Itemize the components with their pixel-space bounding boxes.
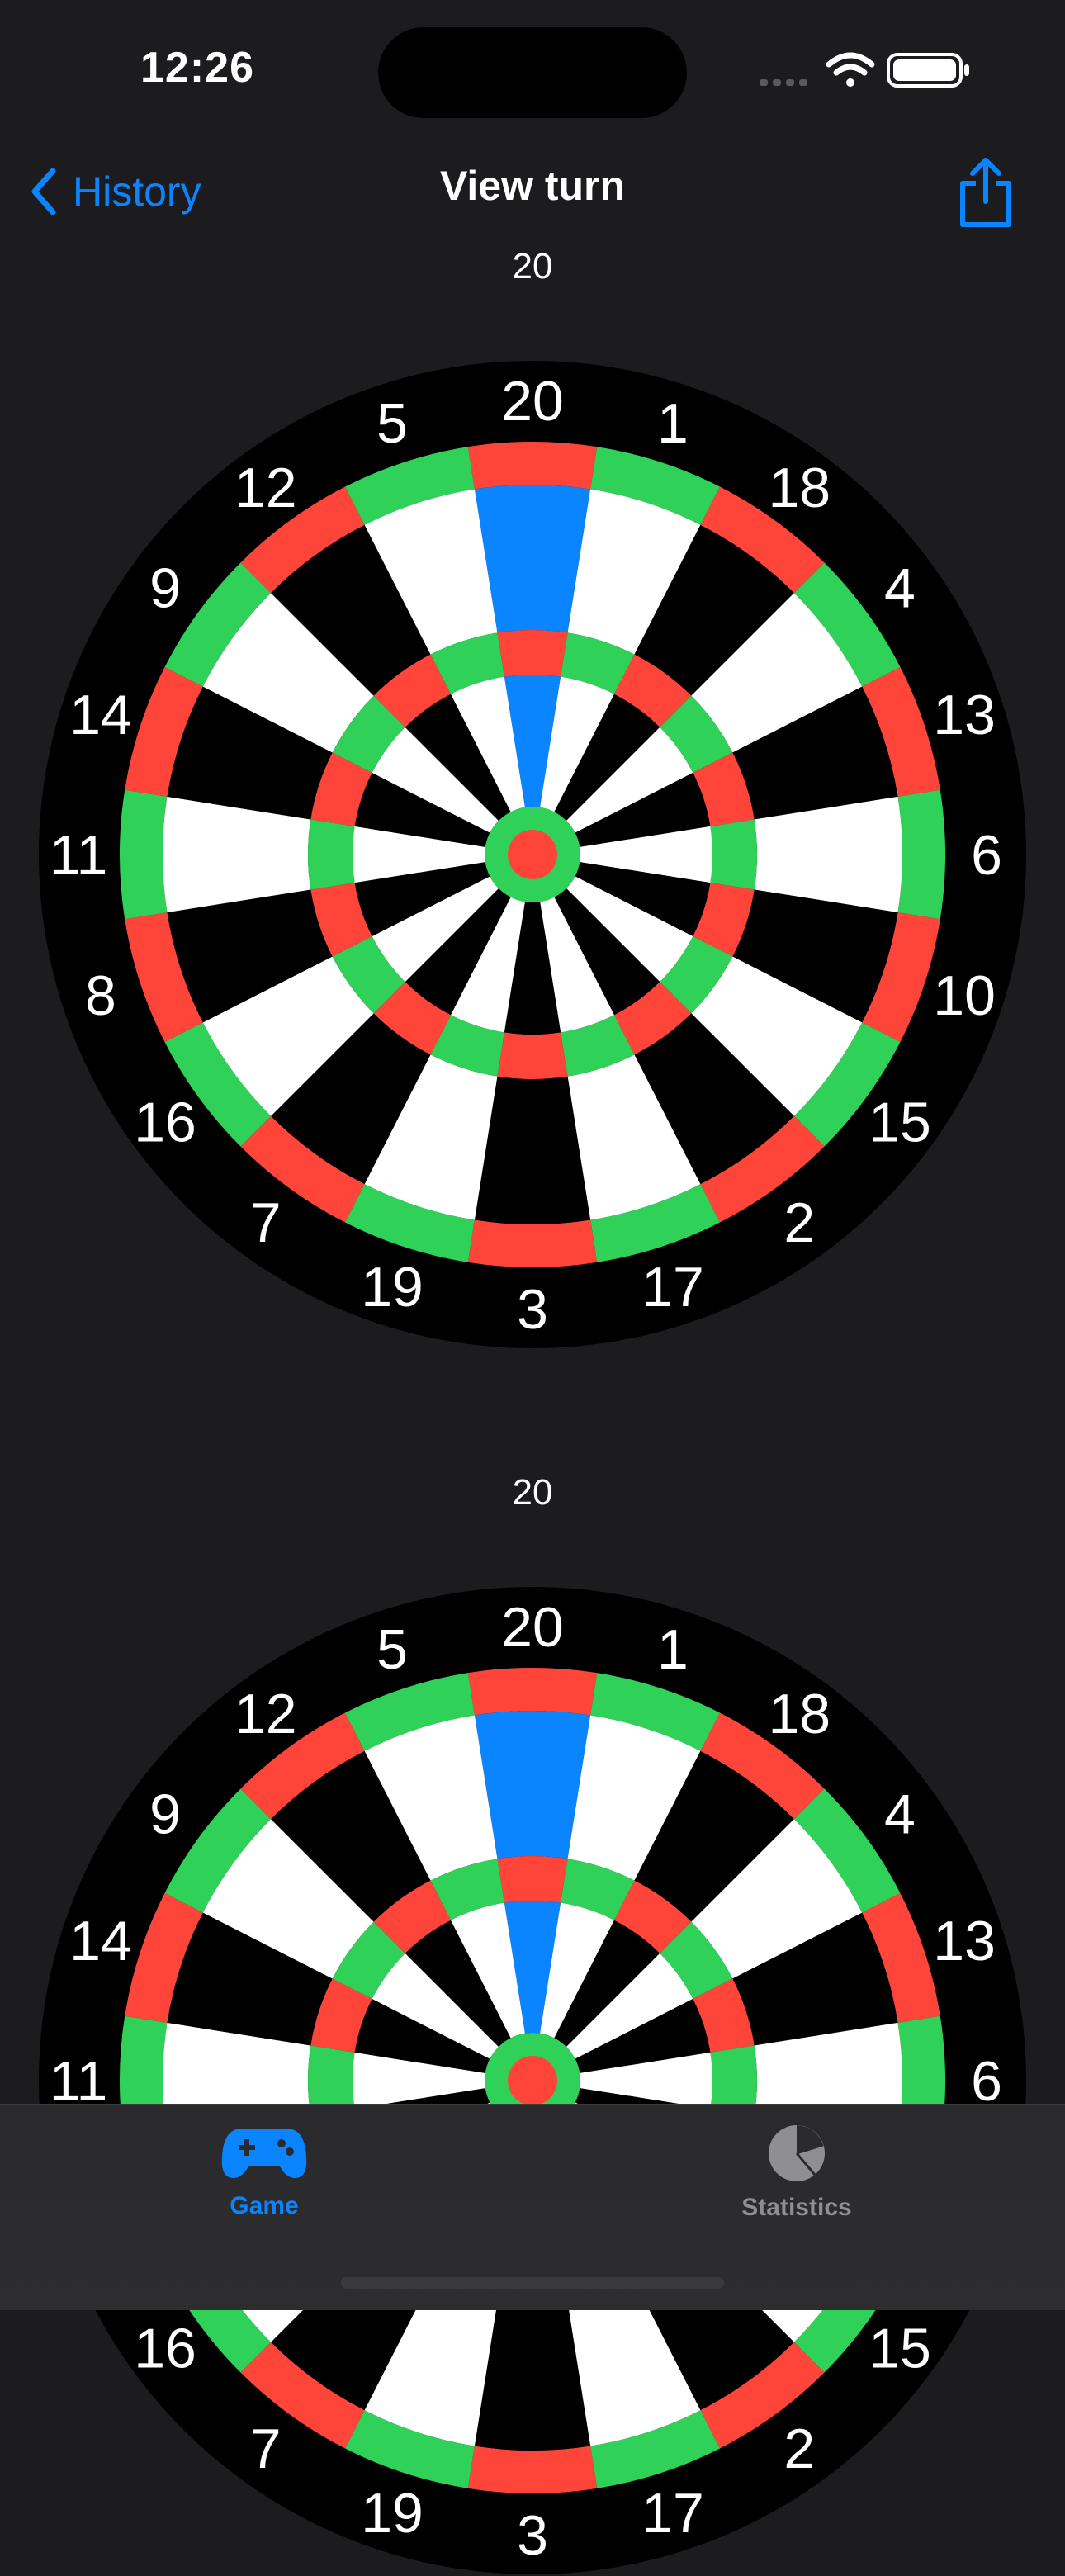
dart-score-label: 20 xyxy=(512,1472,553,1513)
segment-number: 2 xyxy=(783,1191,815,1254)
bullseye[interactable] xyxy=(508,2056,557,2105)
segment-number: 11 xyxy=(50,824,108,887)
segment-number: 13 xyxy=(933,1910,996,1972)
segment-number: 7 xyxy=(250,1191,282,1254)
segment-number: 17 xyxy=(641,1256,704,1319)
segment-number: 15 xyxy=(869,2317,931,2379)
segment-number: 19 xyxy=(361,1256,424,1319)
gamecontroller-icon xyxy=(221,2129,307,2178)
dartboard[interactable]: 20 1 18 4 13 6 10 15 2 17 3 19 7 16 8 11 14 9 12 5 xyxy=(37,359,1028,1350)
tab-label: Game xyxy=(230,2192,299,2219)
segment-number: 17 xyxy=(641,2482,704,2545)
dartboard[interactable]: 2011841361015217319716811149125 xyxy=(37,1585,1028,2576)
home-indicator xyxy=(341,2277,724,2289)
segment-number: 16 xyxy=(134,1091,196,1153)
segment-number: 5 xyxy=(376,1618,408,1681)
status-time: 12:26 xyxy=(140,44,254,92)
tab-label: Statistics xyxy=(741,2194,852,2221)
segment-number: 3 xyxy=(517,2504,548,2567)
segment-number: 20 xyxy=(501,1596,564,1659)
status-icons xyxy=(760,52,969,88)
segment-number: 2 xyxy=(783,2417,815,2480)
page-title: View turn xyxy=(439,163,626,209)
triple-ring-segment-11[interactable] xyxy=(308,819,355,890)
navigation-bar: History View turn xyxy=(0,149,1065,239)
chart-pie-icon xyxy=(769,2125,825,2181)
dart-score-label: 20 xyxy=(512,246,553,286)
segment-number: 10 xyxy=(933,964,996,1027)
segment-number: 9 xyxy=(149,1783,181,1846)
double-ring-segment-6[interactable] xyxy=(897,789,945,920)
tab-game[interactable]: Game xyxy=(140,2124,388,2220)
segment-number: 1 xyxy=(657,392,689,455)
segment-number: 14 xyxy=(69,1910,132,1972)
triple-ring-segment-20[interactable] xyxy=(497,630,568,677)
segment-number: 16 xyxy=(134,2317,196,2379)
segment-number: 13 xyxy=(933,684,996,746)
segment-number: 5 xyxy=(376,392,408,455)
triple-ring-segment-6[interactable] xyxy=(710,819,757,890)
segment-number: 4 xyxy=(884,1783,916,1846)
segment-number: 9 xyxy=(149,557,181,620)
status-bar: 12:26 xyxy=(0,0,1065,140)
segment-number: 14 xyxy=(69,684,132,746)
segment-number: 12 xyxy=(234,457,297,519)
segment-number: 18 xyxy=(768,457,831,519)
segment-number: 20 xyxy=(501,370,564,433)
segment-number: 7 xyxy=(250,2417,282,2480)
double-ring-segment-3[interactable] xyxy=(467,1219,598,1267)
segment-number: 12 xyxy=(234,1683,297,1745)
segment-number: 6 xyxy=(971,824,1002,887)
bullseye[interactable] xyxy=(508,830,557,879)
double-ring-segment-20[interactable] xyxy=(467,442,598,490)
segment-number: 1 xyxy=(657,1618,689,1681)
cellular-signal-icon xyxy=(760,79,807,86)
share-icon[interactable] xyxy=(956,155,1015,230)
double-ring-segment-3[interactable] xyxy=(467,2446,598,2493)
segment-number: 3 xyxy=(517,1278,548,1341)
segment-number: 18 xyxy=(768,1683,831,1745)
segment-number: 15 xyxy=(869,1091,931,1153)
segment-number: 4 xyxy=(884,557,916,620)
triple-ring-segment-20[interactable] xyxy=(497,1856,568,1903)
double-ring-segment-11[interactable] xyxy=(120,789,168,920)
segment-number: 19 xyxy=(361,2482,424,2545)
segment-number: 8 xyxy=(85,964,116,1027)
tab-statistics[interactable]: Statistics xyxy=(673,2124,921,2222)
battery-icon xyxy=(887,53,969,88)
wifi-icon xyxy=(826,52,875,87)
dynamic-island xyxy=(378,27,687,118)
double-ring-segment-20[interactable] xyxy=(467,1668,598,1716)
triple-ring-segment-3[interactable] xyxy=(497,1032,568,1079)
